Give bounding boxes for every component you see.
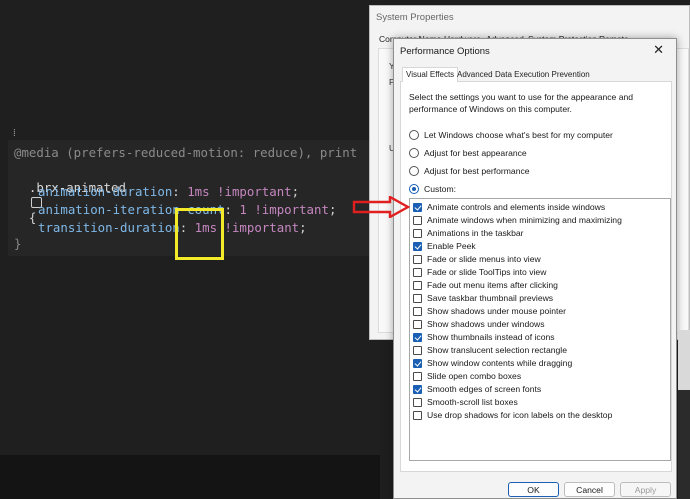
- brace-close: }: [14, 236, 22, 251]
- window-title: System Properties: [376, 12, 454, 23]
- option-label: Save taskbar thumbnail previews: [427, 293, 554, 303]
- ok-button[interactable]: OK: [508, 482, 559, 497]
- checkbox[interactable]: [413, 345, 422, 355]
- highlight-box: [175, 208, 224, 260]
- checkbox[interactable]: [413, 228, 422, 238]
- option-label: Fade or slide menus into view: [427, 254, 541, 264]
- option-label: Show window contents while dragging: [427, 358, 573, 368]
- radio-button[interactable]: [409, 166, 419, 176]
- option-label: Show translucent selection rectangle: [427, 345, 567, 355]
- checkbox-checked[interactable]: [413, 241, 422, 251]
- list-item[interactable]: Show shadows under mouse pointer: [413, 305, 566, 317]
- option-label: Show thumbnails instead of icons: [427, 332, 555, 342]
- tab-visual-effects[interactable]: Visual Effects: [402, 67, 459, 83]
- option-label: Smooth-scroll list boxes: [427, 397, 518, 407]
- radio-label: Let Windows choose what's best for my co…: [424, 130, 613, 140]
- code-line-animation-duration: animation-duration: 1ms !important;: [38, 184, 300, 199]
- option-label: Animate controls and elements inside win…: [427, 202, 606, 212]
- list-item[interactable]: Fade out menu items after clicking: [413, 279, 558, 291]
- radio-label: Adjust for best performance: [424, 166, 530, 176]
- css-value: 1 !important: [239, 202, 329, 217]
- list-item[interactable]: Show window contents while dragging: [413, 357, 572, 369]
- code-line-media: @media (prefers-reduced-motion: reduce),…: [14, 145, 358, 160]
- list-item[interactable]: Show translucent selection rectangle: [413, 344, 567, 356]
- list-item[interactable]: Smooth-scroll list boxes: [413, 396, 518, 408]
- radio-best-appearance[interactable]: Adjust for best appearance: [409, 146, 527, 160]
- radio-button[interactable]: [409, 130, 419, 140]
- gutter-fold-icon[interactable]: ⁞: [13, 128, 16, 139]
- option-label: Animations in the taskbar: [427, 228, 524, 238]
- list-item[interactable]: Use drop shadows for icon labels on the …: [413, 409, 612, 421]
- list-item[interactable]: Slide open combo boxes: [413, 370, 521, 382]
- tab-advanced[interactable]: Advanced: [454, 68, 496, 82]
- list-item[interactable]: Animations in the taskbar: [413, 227, 524, 239]
- list-item[interactable]: Enable Peek: [413, 240, 476, 252]
- background-window-edge: [678, 390, 690, 499]
- background-window-edge: [678, 330, 690, 390]
- option-label: Use drop shadows for icon labels on the …: [427, 410, 613, 420]
- option-label: Show shadows under mouse pointer: [427, 306, 567, 316]
- radio-label: Adjust for best appearance: [424, 148, 527, 158]
- radio-button-selected[interactable]: [409, 184, 419, 194]
- list-item[interactable]: Show thumbnails instead of icons: [413, 331, 555, 343]
- css-property: animation-duration: [38, 184, 173, 199]
- checkbox[interactable]: [413, 280, 422, 290]
- checkbox[interactable]: [413, 319, 422, 329]
- option-label: Smooth edges of screen fonts: [427, 384, 542, 394]
- brace-open: {: [28, 210, 37, 225]
- dialog-tabs: Visual Effects Advanced Data Execution P…: [400, 67, 672, 83]
- option-label: Fade or slide ToolTips into view: [427, 267, 547, 277]
- dialog-title: Performance Options: [400, 46, 490, 57]
- option-label: Animate windows when minimizing and maxi…: [427, 215, 622, 225]
- red-arrow-icon: [352, 196, 410, 218]
- performance-options-dialog: Performance Options ✕ Visual Effects Adv…: [393, 38, 677, 499]
- checkbox[interactable]: [413, 293, 422, 303]
- list-item[interactable]: Show shadows under windows: [413, 318, 545, 330]
- list-item[interactable]: Smooth edges of screen fonts: [413, 383, 541, 395]
- checkbox[interactable]: [413, 410, 422, 420]
- checkbox[interactable]: [413, 397, 422, 407]
- list-item[interactable]: Animate windows when minimizing and maxi…: [413, 214, 622, 226]
- option-label: Slide open combo boxes: [427, 371, 522, 381]
- checkbox[interactable]: [413, 371, 422, 381]
- checkbox-checked[interactable]: [413, 358, 422, 368]
- radio-best-performance[interactable]: Adjust for best performance: [409, 164, 530, 178]
- list-item[interactable]: Fade or slide ToolTips into view: [413, 266, 546, 278]
- list-item[interactable]: Save taskbar thumbnail previews: [413, 292, 553, 304]
- checkbox-checked[interactable]: [413, 202, 422, 212]
- css-value: 1ms !important: [187, 184, 292, 199]
- option-label: Fade out menu items after clicking: [427, 280, 558, 290]
- checkbox-checked[interactable]: [413, 332, 422, 342]
- description-text: Select the settings you want to use for …: [409, 92, 634, 114]
- list-item[interactable]: Animate controls and elements inside win…: [413, 201, 605, 213]
- option-label: Enable Peek: [427, 241, 476, 251]
- checkbox[interactable]: [413, 267, 422, 277]
- option-label: Show shadows under windows: [427, 319, 545, 329]
- close-icon[interactable]: ✕: [653, 42, 664, 58]
- apply-button[interactable]: Apply: [620, 482, 671, 497]
- radio-custom[interactable]: Custom:: [409, 182, 456, 196]
- list-item[interactable]: Fade or slide menus into view: [413, 253, 541, 265]
- code-line-transition-duration: transition-duration: 1ms !important;: [38, 220, 307, 235]
- tab-data-execution-prevention[interactable]: Data Execution Prevention: [492, 68, 593, 82]
- checkbox-checked[interactable]: [413, 384, 422, 394]
- radio-label: Custom:: [424, 184, 456, 194]
- radio-button[interactable]: [409, 148, 419, 158]
- cancel-button[interactable]: Cancel: [564, 482, 615, 497]
- visual-effects-listbox[interactable]: Animate controls and elements inside win…: [409, 198, 671, 461]
- checkbox[interactable]: [413, 306, 422, 316]
- radio-let-windows-choose[interactable]: Let Windows choose what's best for my co…: [409, 128, 613, 142]
- checkbox[interactable]: [413, 215, 422, 225]
- css-property: transition-duration: [38, 220, 180, 235]
- editor-bottom-area: [0, 455, 380, 499]
- checkbox[interactable]: [413, 254, 422, 264]
